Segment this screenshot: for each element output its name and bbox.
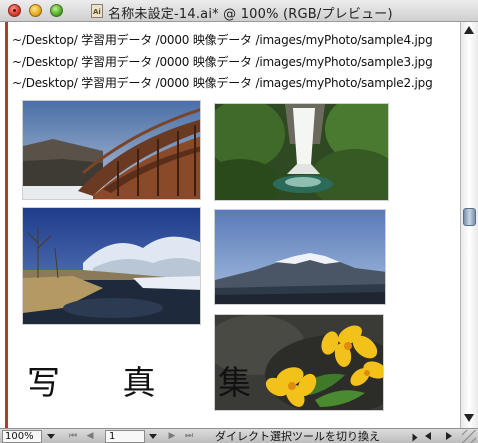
vertical-scroll-thumb[interactable] xyxy=(463,208,476,226)
first-artboard-icon[interactable]: ⏮ xyxy=(67,431,79,442)
zoom-dropdown-arrow-icon[interactable] xyxy=(47,434,55,439)
waterfall-photo[interactable] xyxy=(214,103,389,201)
last-artboard-icon[interactable]: ⏭ xyxy=(183,431,195,442)
zoom-button-icon[interactable] xyxy=(50,4,63,17)
left-margin-strip xyxy=(0,22,9,428)
margin-guide-line xyxy=(5,22,8,428)
file-path-text[interactable]: ~/Desktop/ 学習用データ /0000 映像データ /images/my… xyxy=(12,31,433,48)
resize-grip-icon[interactable] xyxy=(462,430,476,443)
artboard-dropdown-arrow-icon[interactable] xyxy=(149,434,157,439)
next-artboard-icon[interactable]: ▶ xyxy=(166,431,178,442)
file-path-text[interactable]: ~/Desktop/ 学習用データ /0000 映像データ /images/my… xyxy=(12,53,433,70)
previous-artboard-icon[interactable]: ◀ xyxy=(84,431,96,442)
minimize-button-icon[interactable] xyxy=(29,4,42,17)
mountain-image xyxy=(215,210,385,304)
collection-title[interactable]: 写 真 集 xyxy=(27,356,277,404)
mountain-photo[interactable] xyxy=(214,209,386,305)
artboard-number-field[interactable]: 1 xyxy=(105,430,145,443)
close-button-icon[interactable] xyxy=(8,4,21,17)
title-bar[interactable]: Ai 名称未設定-14.ai* @ 100% (RGB/プレビュー) xyxy=(0,0,478,22)
ai-document-icon: Ai xyxy=(91,4,103,18)
status-text: ダイレクト選択ツールを切り換え xyxy=(215,430,380,443)
status-menu-arrow-icon xyxy=(412,433,418,442)
winter-lake-image xyxy=(23,208,200,324)
scroll-right-arrow-icon[interactable] xyxy=(446,432,452,440)
window-title: 名称未設定-14.ai* @ 100% (RGB/プレビュー) xyxy=(108,7,393,22)
zoom-level-field[interactable]: 100% xyxy=(2,430,42,443)
status-bar: 100% ⏮ ◀ 1 ▶ ⏭ ダイレクト選択ツールを切り換え xyxy=(0,428,478,443)
winter-lake-photo[interactable] xyxy=(22,207,201,325)
bridge-photo[interactable] xyxy=(22,100,201,200)
bridge-image xyxy=(23,101,200,199)
status-menu-button[interactable] xyxy=(409,430,420,443)
scroll-up-arrow-icon[interactable] xyxy=(464,26,474,34)
scroll-left-arrow-icon[interactable] xyxy=(425,432,431,440)
artboard-canvas[interactable]: ~/Desktop/ 学習用データ /0000 映像データ /images/my… xyxy=(9,22,460,428)
vertical-scrollbar[interactable] xyxy=(460,22,478,428)
file-path-text[interactable]: ~/Desktop/ 学習用データ /0000 映像データ /images/my… xyxy=(12,74,433,91)
scroll-down-arrow-icon[interactable] xyxy=(464,414,474,422)
illustrator-document-window: Ai 名称未設定-14.ai* @ 100% (RGB/プレビュー) ~/Des… xyxy=(0,0,478,443)
waterfall-image xyxy=(215,104,388,200)
